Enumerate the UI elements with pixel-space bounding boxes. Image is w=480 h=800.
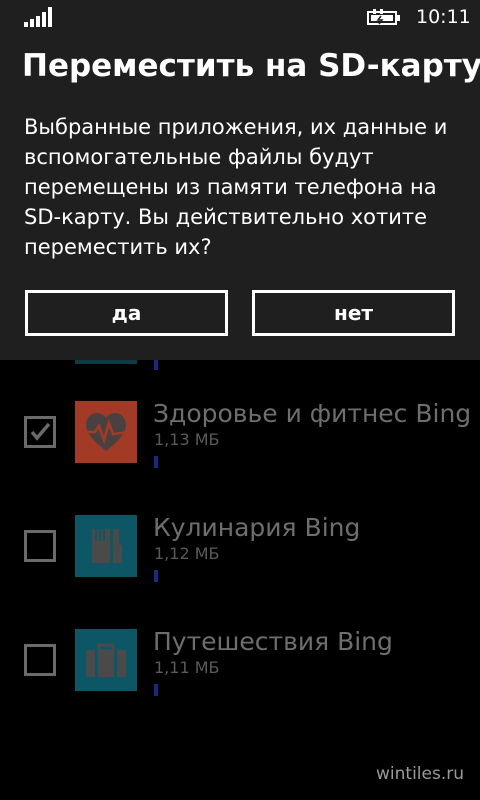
list-item[interactable]: Кулинария Bing 1,12 МБ <box>0 513 480 610</box>
app-name: Здоровье и фитнес Bing <box>153 399 472 428</box>
app-tile <box>75 629 137 691</box>
status-bar: 10:11 <box>0 0 480 36</box>
checkbox-checked[interactable] <box>24 416 56 448</box>
app-name: Путешествия Bing <box>153 627 393 656</box>
fork-knife-icon <box>75 515 137 577</box>
checkbox-unchecked[interactable] <box>24 644 56 676</box>
signal-strength-icon <box>24 7 52 27</box>
watermark: wintiles.ru <box>376 764 464 784</box>
dialog-message: Выбранные приложения, их данные и вспомо… <box>24 115 448 259</box>
app-size: 1,12 МБ <box>154 544 220 563</box>
dialog-title: Переместить на SD-карту? <box>22 48 480 84</box>
list-item[interactable]: Здоровье и фитнес Bing 1,13 МБ <box>0 399 480 496</box>
confirm-dialog: 10:11 Переместить на SD-карту? Выбранные… <box>0 0 480 360</box>
checkmark-icon <box>30 422 51 441</box>
app-tile <box>75 401 137 463</box>
list-item[interactable]: Путешествия Bing 1,11 МБ <box>0 627 480 724</box>
app-size: 1,11 МБ <box>154 658 220 677</box>
app-tile <box>75 515 137 577</box>
progress-bar <box>154 684 158 696</box>
yes-button[interactable]: да <box>25 290 228 336</box>
app-size: 1,13 МБ <box>154 430 220 449</box>
suitcase-icon <box>75 629 137 691</box>
checkbox-unchecked[interactable] <box>24 530 56 562</box>
clock: 10:11 <box>416 6 471 28</box>
battery-charging-icon <box>367 9 400 25</box>
heart-pulse-icon <box>75 401 137 463</box>
no-button[interactable]: нет <box>252 290 455 336</box>
progress-bar <box>154 456 158 468</box>
progress-bar <box>154 570 158 582</box>
app-name: Кулинария Bing <box>153 513 361 542</box>
